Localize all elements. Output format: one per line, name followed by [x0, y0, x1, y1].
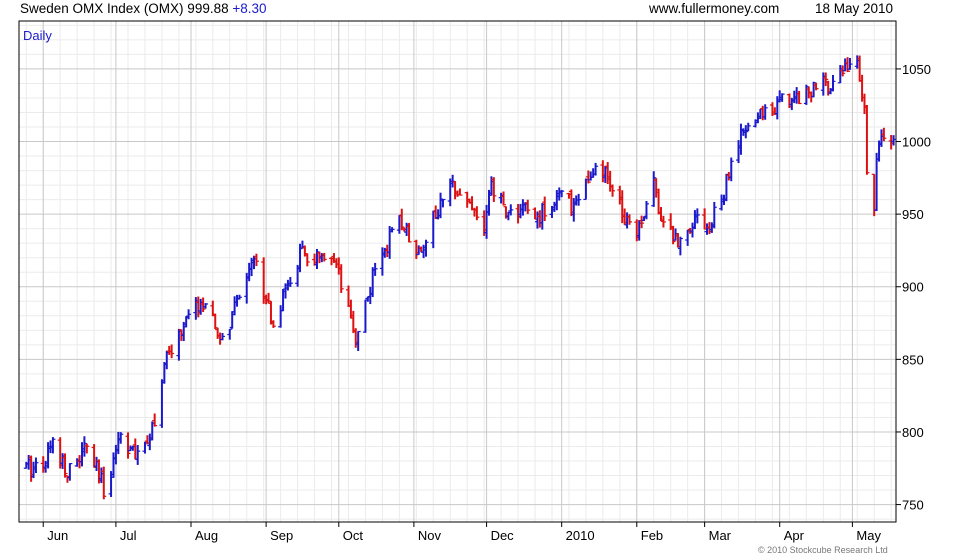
- y-tick-label: 750: [902, 498, 924, 513]
- y-tick-label: 900: [902, 280, 924, 295]
- y-tick-label: 850: [902, 352, 924, 367]
- x-tick-label: Dec: [491, 528, 515, 543]
- y-tick-label: 1000: [902, 135, 931, 150]
- x-tick-label: Nov: [418, 528, 442, 543]
- x-tick-label: Feb: [641, 528, 663, 543]
- x-tick-label: Oct: [343, 528, 364, 543]
- x-tick-label: Mar: [709, 528, 732, 543]
- x-tick-label: Aug: [195, 528, 218, 543]
- x-tick-label: Sep: [270, 528, 293, 543]
- interval-label: Daily: [23, 28, 52, 43]
- x-tick-label: Jul: [120, 528, 137, 543]
- price-chart: 750 800 850 900 950 1000 1050 Jun Jul Aug Sep Oct No…: [18, 20, 931, 543]
- y-tick-label: 1050: [902, 62, 931, 77]
- x-tick-label: Jun: [47, 528, 68, 543]
- x-tick-label: 2010: [566, 528, 595, 543]
- y-tick-label: 950: [902, 207, 924, 222]
- x-tick-label: Apr: [784, 528, 805, 543]
- y-tick-label: 800: [902, 425, 924, 440]
- copyright-notice: © 2010 Stockcube Research Ltd: [758, 545, 888, 555]
- x-tick-label: May: [856, 528, 881, 543]
